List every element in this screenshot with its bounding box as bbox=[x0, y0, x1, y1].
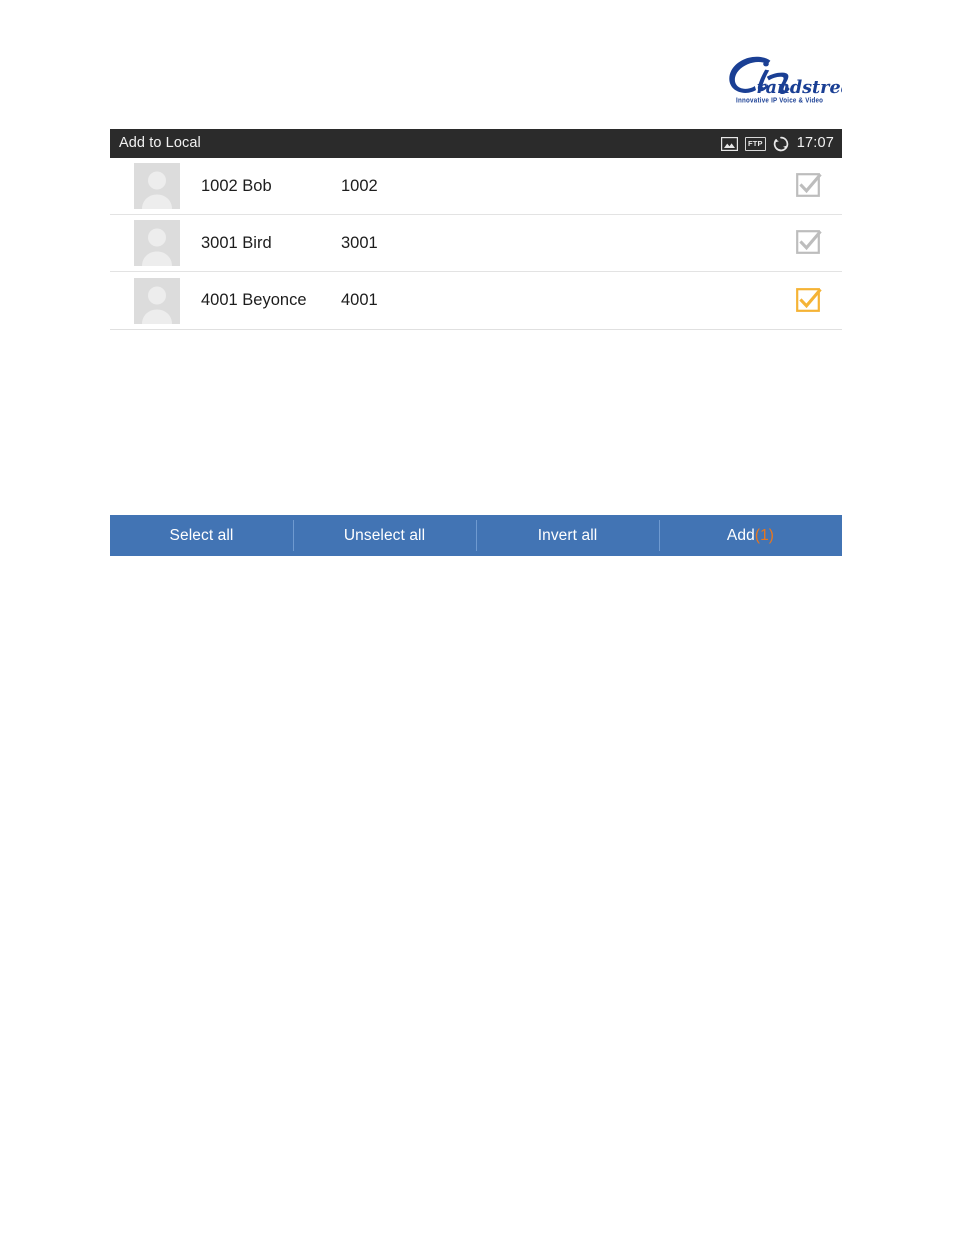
add-button[interactable]: Add (1) bbox=[659, 515, 842, 556]
table-row[interactable]: 1002 Bob 1002 bbox=[110, 158, 842, 215]
avatar bbox=[134, 277, 180, 324]
page-title: Add to Local bbox=[119, 135, 201, 151]
list-empty-space bbox=[110, 330, 842, 515]
add-label: Add bbox=[726, 526, 755, 544]
brand-tagline: Innovative IP Voice & Video bbox=[736, 97, 824, 105]
table-row[interactable]: 3001 Bird 3001 bbox=[110, 215, 842, 272]
status-bar: FTP 17:07 bbox=[720, 129, 834, 158]
invert-all-label: Invert all bbox=[537, 526, 598, 544]
avatar bbox=[134, 220, 180, 266]
contact-list: 1002 Bob 1002 3001 Bird 3001 4001 Beyonc… bbox=[110, 158, 842, 330]
sync-icon bbox=[773, 136, 788, 151]
contact-number: 1002 bbox=[341, 176, 378, 195]
checkbox-checked-disabled[interactable] bbox=[795, 229, 823, 257]
unselect-all-label: Unselect all bbox=[343, 526, 426, 544]
picture-icon bbox=[720, 136, 738, 151]
table-row[interactable]: 4001 Beyonce 4001 bbox=[110, 272, 842, 329]
avatar bbox=[134, 163, 180, 209]
select-all-label: Select all bbox=[169, 526, 234, 544]
grandstream-wordmark-icon: randstream bbox=[729, 56, 842, 98]
select-all-button[interactable]: Select all bbox=[110, 515, 293, 556]
contact-name: 1002 Bob bbox=[201, 176, 272, 195]
add-count-badge: (1) bbox=[754, 526, 775, 544]
contact-name: 3001 Bird bbox=[201, 233, 272, 252]
invert-all-button[interactable]: Invert all bbox=[476, 515, 659, 556]
titlebar: Add to Local FTP 17:07 bbox=[110, 129, 842, 158]
svg-text:randstream: randstream bbox=[756, 77, 842, 98]
contact-number: 3001 bbox=[341, 233, 378, 252]
unselect-all-button[interactable]: Unselect all bbox=[293, 515, 476, 556]
checkbox-checked-selected[interactable] bbox=[795, 287, 823, 315]
grandstream-logo: randstream Innovative IP Voice & Video bbox=[718, 52, 842, 114]
action-bar: Select all Unselect all Invert all Add (1… bbox=[110, 515, 842, 556]
checkbox-checked-disabled[interactable] bbox=[795, 172, 823, 200]
contact-number: 4001 bbox=[341, 291, 378, 309]
contact-name: 4001 Beyonce bbox=[201, 291, 307, 309]
status-clock: 17:07 bbox=[796, 135, 834, 151]
ftp-icon: FTP bbox=[744, 136, 766, 151]
device-screen: Add to Local FTP 17:07 1002 Bob 1002 300… bbox=[110, 129, 842, 556]
